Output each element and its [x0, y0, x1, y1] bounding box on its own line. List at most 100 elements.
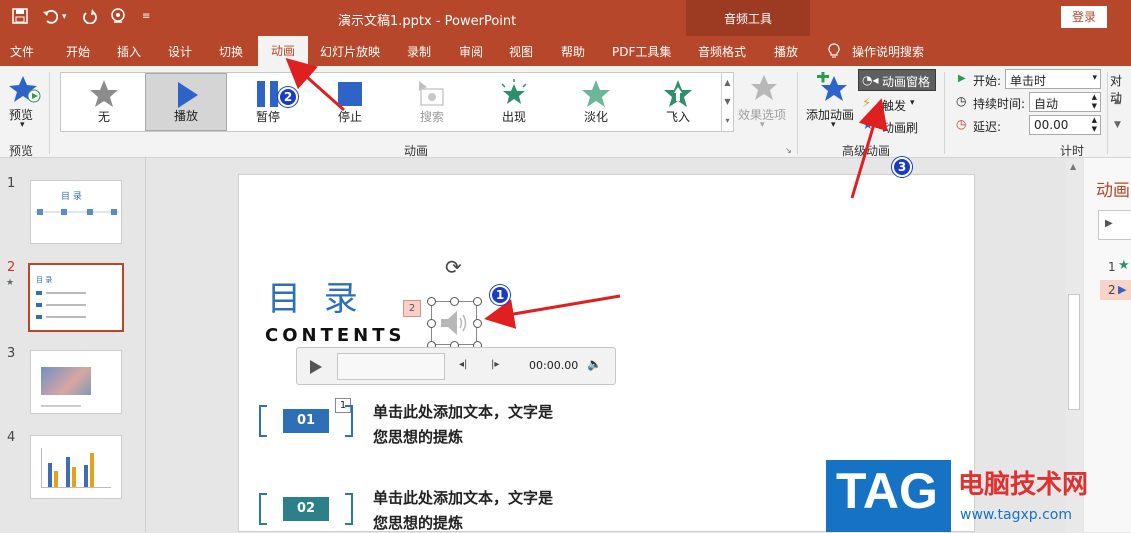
tell-me-search[interactable]: 操作说明搜索 — [852, 43, 924, 60]
duration-spin-icon: ▲ ▼ — [1091, 93, 1097, 110]
slide-subtitle[interactable]: CONTENTS — [265, 325, 405, 346]
tab-review[interactable]: 审阅 — [459, 43, 483, 60]
lightbulb-icon — [828, 43, 840, 61]
group-preview-label: 预览 — [9, 144, 34, 158]
redo-icon[interactable] — [82, 8, 98, 28]
tab-pdf-tools[interactable]: PDF工具集 — [612, 43, 671, 60]
play-from-button[interactable]: ▶ — [1098, 210, 1131, 240]
undo-dropdown-icon[interactable]: ▾ — [62, 12, 67, 22]
add-animation-button[interactable]: 添加动画 ▾ — [804, 72, 860, 136]
anim-seek-label: 搜索 — [419, 110, 444, 124]
player-back-icon[interactable]: ◂| — [459, 359, 467, 370]
move-later-icon[interactable]: ▼ — [1114, 120, 1121, 130]
gallery-down-icon: ▼ — [724, 97, 731, 106]
slide-thumbnail-2[interactable]: 目 录 — [28, 263, 124, 332]
gallery-up-icon: ▲ — [724, 78, 731, 87]
player-forward-icon[interactable]: |▸ — [491, 359, 499, 370]
anim-none[interactable]: 无 — [63, 73, 145, 131]
anim-pause[interactable]: 暂停 — [227, 73, 309, 131]
anim-seek[interactable]: 搜索 — [391, 73, 473, 131]
tab-view[interactable]: 视图 — [509, 43, 533, 60]
tab-audio-format[interactable]: 音频格式 — [698, 43, 746, 60]
duration-stepper[interactable]: 自动 ▲ ▼ — [1029, 92, 1101, 112]
anim-fly-in[interactable]: 飞入 — [637, 73, 719, 131]
delay-stepper[interactable]: 00.00 ▲ ▼ — [1029, 115, 1101, 135]
player-volume-icon[interactable]: 🔈 — [587, 357, 602, 371]
effect-options-icon — [751, 75, 777, 100]
thumb-2-item — [36, 291, 42, 295]
start-dropdown-icon: ▾ — [1092, 73, 1097, 83]
anim-entry-selected[interactable]: 2 ▶ — [1100, 280, 1131, 300]
customize-toolbar-icon[interactable]: ≡ — [142, 11, 150, 22]
animation-pane-title: 动画 — [1096, 181, 1130, 201]
animation-painter-button[interactable]: ★ 动画刷 — [862, 118, 932, 136]
item-number-badge: 01 — [283, 409, 329, 433]
animation-pane-button[interactable]: ◔◂ 动画窗格 — [858, 69, 936, 91]
star-appear-icon — [501, 79, 527, 104]
anim-play-label: 播放 — [173, 109, 198, 123]
anim-stop[interactable]: 停止 — [309, 73, 391, 131]
undo-icon[interactable] — [42, 8, 59, 28]
trigger-label: 触发 — [882, 99, 907, 113]
start-select[interactable]: 单击时 ▾ — [1005, 69, 1101, 89]
audio-icon-selection[interactable] — [427, 297, 482, 350]
tab-home[interactable]: 开始 — [66, 43, 90, 60]
slide-thumbnail-1[interactable]: 目 录 — [30, 180, 122, 244]
tab-playback[interactable]: 播放 — [774, 43, 798, 60]
tab-animations[interactable]: 动画 — [258, 36, 308, 66]
tag-logo: TAG — [826, 460, 951, 532]
anim-entry-number[interactable]: 1 — [1108, 260, 1116, 274]
gallery-more-icon: ▾ — [725, 116, 730, 125]
tab-transitions[interactable]: 切换 — [219, 43, 243, 60]
tab-insert[interactable]: 插入 — [117, 43, 141, 60]
thumb-3-text — [41, 405, 81, 407]
resize-handle — [427, 297, 436, 306]
gallery-scroll[interactable]: ▲ ▼ ▾ — [721, 73, 733, 131]
item-text-line[interactable]: 单击此处添加文本，文字是 — [373, 487, 553, 508]
tab-slideshow[interactable]: 幻灯片放映 — [320, 43, 380, 60]
thumb-number: 2 — [7, 260, 16, 275]
start-value: 单击时 — [1010, 74, 1047, 88]
thumb-2-text — [46, 304, 86, 306]
anim-play[interactable]: 播放 — [145, 73, 227, 131]
dialog-launcher-icon[interactable]: ↘ — [785, 146, 792, 155]
context-group-label: 音频工具 — [723, 12, 772, 26]
thumb-number: 4 — [7, 430, 16, 445]
player-play-icon[interactable] — [309, 359, 323, 375]
add-animation-label: 添加动画 — [806, 108, 855, 122]
anim-none-label: 无 — [97, 110, 110, 124]
slide-thumbnail-4[interactable] — [30, 435, 122, 499]
delay-clock-icon: ◷ — [956, 117, 967, 131]
ribbon-tabs: 文件 开始 插入 设计 切换 动画 幻灯片放映 录制 审阅 视图 帮助 PDF工… — [0, 36, 1131, 66]
slide-thumbnail-3[interactable] — [30, 350, 122, 414]
trigger-button[interactable]: ⚡ 触发 ▾ — [862, 96, 932, 114]
login-button[interactable]: 登录 — [1061, 6, 1107, 28]
audio-player-bar: ◂| |▸ 00:00.00 🔈 — [296, 347, 616, 385]
move-earlier-icon[interactable]: ▲ — [1114, 96, 1121, 106]
play-icon — [178, 82, 198, 108]
anim-appear[interactable]: 出现 — [473, 73, 555, 131]
item-text-line[interactable]: 您思想的提炼 — [373, 512, 463, 533]
rotate-handle-icon[interactable]: ⟳ — [445, 255, 462, 279]
animation-tag-audio[interactable]: 2 — [403, 300, 421, 317]
item-text-line[interactable]: 单击此处添加文本，文字是 — [373, 401, 553, 422]
play-from-icon: ▶ — [1105, 218, 1113, 229]
duration-label: 持续时间: — [973, 97, 1026, 111]
tab-file[interactable]: 文件 — [10, 43, 34, 60]
animation-painter-label: 动画刷 — [882, 121, 919, 135]
tab-help[interactable]: 帮助 — [561, 43, 585, 60]
stop-icon — [338, 82, 362, 106]
tab-design[interactable]: 设计 — [168, 43, 192, 60]
slide-title[interactable]: 目 录 — [267, 271, 364, 320]
anim-fade[interactable]: 淡化 — [555, 73, 637, 131]
presenter-icon[interactable] — [110, 8, 128, 28]
effect-options-button[interactable]: 效果选项 ▾ — [738, 72, 790, 132]
lightning-icon: ⚡ — [862, 96, 872, 111]
preview-button[interactable]: 预览 ▾ — [6, 72, 46, 132]
timing-group: ▶ 开始: 单击时 ▾ ◷ 持续时间: 自动 ▲ ▼ ◷ 延迟: 00.00 ▲ ▼ — [955, 69, 1105, 141]
item-text-line[interactable]: 您思想的提炼 — [373, 426, 463, 447]
player-progress-track[interactable] — [337, 353, 445, 380]
thumb-2-title: 目 录 — [36, 276, 53, 284]
save-icon[interactable] — [12, 8, 28, 28]
tab-record[interactable]: 录制 — [407, 43, 431, 60]
